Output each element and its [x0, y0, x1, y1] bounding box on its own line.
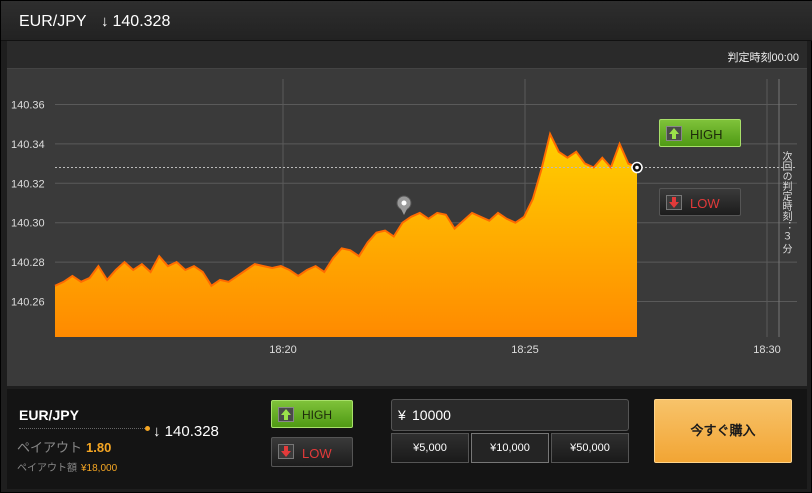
- high-button-label: HIGH: [302, 408, 332, 422]
- chart-panel: 判定時刻00:00 140.36 140.34 140.32 140.30 140.28…: [7, 41, 807, 386]
- buy-now-button[interactable]: 今すぐ購入: [654, 399, 792, 463]
- amount-field[interactable]: ¥: [391, 399, 629, 431]
- chart-high-label: HIGH: [690, 127, 723, 142]
- y-tick-label: 140.30: [11, 218, 45, 230]
- map-pin-tail: [400, 207, 408, 215]
- preset-5000-button[interactable]: ¥5,000: [391, 433, 469, 463]
- current-price-marker-dot: [635, 165, 639, 170]
- order-price: ↓ 140.328: [153, 423, 219, 440]
- map-pin-dot: [401, 200, 407, 206]
- price-chart: 140.36 140.34 140.32 140.30 140.28 140.26 18:2…: [11, 79, 797, 356]
- down-arrow-icon: ↓: [153, 423, 161, 440]
- order-panel: EUR/JPY ↓ 140.328 ペイアウト 1.80 ペイアウト額 ¥18,00…: [7, 389, 807, 489]
- amount-input[interactable]: [412, 405, 612, 425]
- header-price-value: 140.328: [112, 13, 171, 30]
- y-tick-label: 140.34: [11, 139, 45, 151]
- order-pair: EUR/JPY: [19, 407, 79, 423]
- high-button[interactable]: HIGH: [271, 400, 353, 428]
- payout-amount: ペイアウト額 ¥18,000: [17, 459, 117, 474]
- payout-amount-label: ペイアウト額: [17, 463, 77, 474]
- pair-title: EUR/JPY: [19, 13, 87, 30]
- title-bar: EUR/JPY ↓ 140.328: [1, 1, 812, 41]
- chart-high-button[interactable]: HIGH: [659, 119, 741, 147]
- down-arrow-icon: ↓: [101, 13, 109, 30]
- preset-10000-button[interactable]: ¥10,000: [471, 433, 549, 463]
- price-area: [55, 134, 637, 337]
- x-tick-label: 18:20: [269, 344, 297, 356]
- low-button-label: LOW: [302, 446, 332, 461]
- next-judge-time: 次回の判定時刻：３ 分: [780, 151, 791, 254]
- up-arrow-icon: [278, 407, 294, 422]
- chart-low-button[interactable]: LOW: [659, 188, 741, 216]
- currency-symbol: ¥: [398, 407, 406, 423]
- pair-divider: [19, 428, 147, 429]
- x-tick-label: 18:25: [511, 344, 539, 356]
- judge-time: 判定時刻00:00: [727, 52, 799, 64]
- x-tick-label: 18:30: [753, 344, 781, 356]
- payout-amount-value: ¥18,000: [81, 463, 118, 474]
- trading-window: EUR/JPY ↓ 140.328 判定時刻00:00 140.36 140.34 1…: [0, 0, 812, 493]
- chart-low-label: LOW: [690, 196, 720, 211]
- order-price-value: 140.328: [164, 423, 219, 440]
- payout: ペイアウト 1.80: [17, 437, 111, 456]
- y-tick-label: 140.32: [11, 178, 45, 190]
- preset-50000-button[interactable]: ¥50,000: [551, 433, 629, 463]
- payout-label: ペイアウト: [17, 440, 83, 455]
- judge-time-bar: 判定時刻00:00: [7, 41, 807, 69]
- low-button[interactable]: LOW: [271, 437, 353, 467]
- payout-value: 1.80: [86, 440, 112, 455]
- y-tick-label: 140.26: [11, 297, 45, 309]
- price-dot-icon: [145, 426, 150, 431]
- y-tick-label: 140.36: [11, 99, 45, 111]
- y-tick-label: 140.28: [11, 257, 45, 269]
- header-price: ↓ 140.328: [101, 13, 170, 31]
- down-arrow-icon: [666, 195, 682, 210]
- up-arrow-icon: [666, 126, 682, 141]
- down-arrow-icon: [278, 444, 294, 459]
